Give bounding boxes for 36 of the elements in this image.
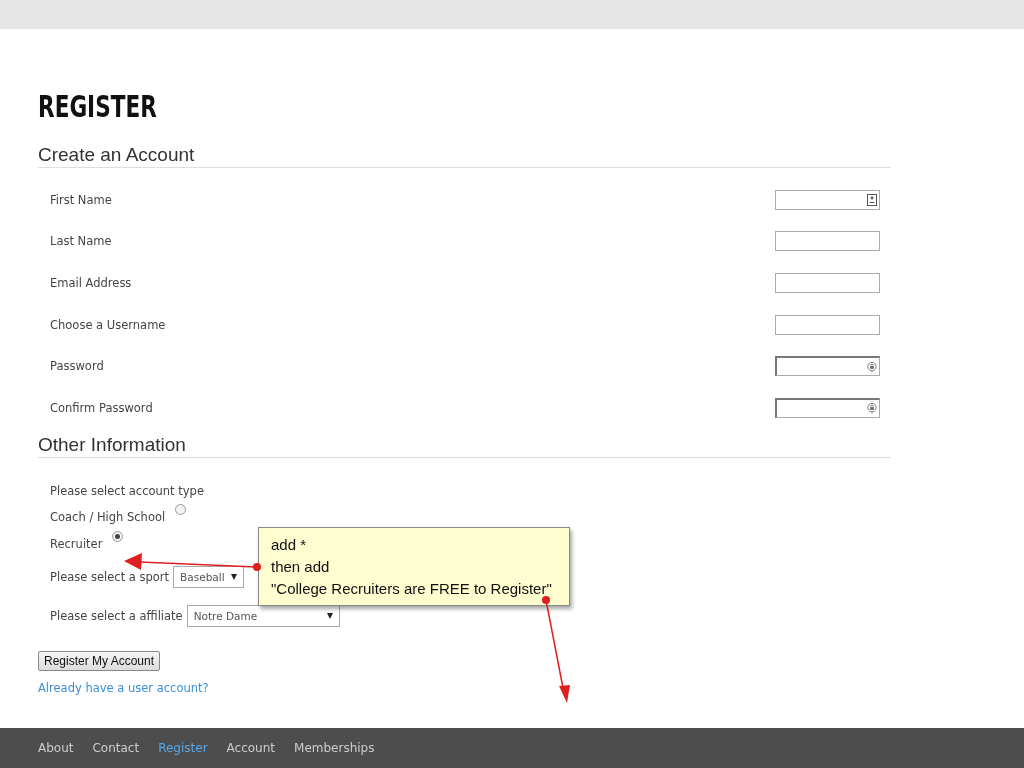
field-label: Confirm Password [50, 400, 153, 415]
field-label: Password [50, 359, 104, 374]
caret-icon [326, 612, 333, 619]
text-field[interactable] [775, 314, 880, 335]
page-title: REGISTER [38, 88, 158, 126]
footer-link[interactable]: Memberships [294, 741, 375, 755]
radio-label: Recruiter [50, 536, 103, 551]
radio-label: Coach / High School [50, 509, 166, 524]
field-label: Please select account type [50, 483, 204, 498]
section-heading: Create an Account [38, 143, 891, 168]
section-heading: Other Information [38, 432, 891, 458]
register-button[interactable]: Register My Account [38, 650, 161, 671]
login-link[interactable]: Already have a user account? [38, 680, 209, 695]
contact-card-icon [867, 193, 877, 206]
lock-icon [867, 402, 877, 415]
caret-icon [231, 573, 238, 580]
sport-dropdown[interactable]: Baseball [173, 565, 245, 588]
text-field[interactable] [775, 231, 880, 252]
lock-icon [867, 360, 877, 373]
footer-link[interactable]: Account [226, 741, 276, 755]
text-field[interactable] [775, 189, 880, 210]
field-label: Please select a sport [50, 569, 170, 584]
radio-button[interactable] [175, 503, 187, 515]
field-label: Please select a affiliate [50, 608, 183, 623]
footer-link[interactable]: Contact [92, 741, 140, 755]
field-label: Choose a Username [50, 317, 166, 332]
text-field[interactable] [775, 397, 880, 418]
field-label: First Name [50, 192, 112, 207]
annotation-callout: add * then add "College Recruiters are FREE to Register" [258, 527, 570, 606]
text-field[interactable] [775, 273, 880, 293]
radio-button[interactable] [112, 530, 124, 542]
field-label: Last Name [50, 234, 112, 249]
field-label: Email Address [50, 276, 132, 290]
text-field[interactable] [775, 356, 880, 377]
footer-link[interactable]: About [38, 741, 74, 755]
footer-link[interactable]: Register [158, 741, 208, 755]
